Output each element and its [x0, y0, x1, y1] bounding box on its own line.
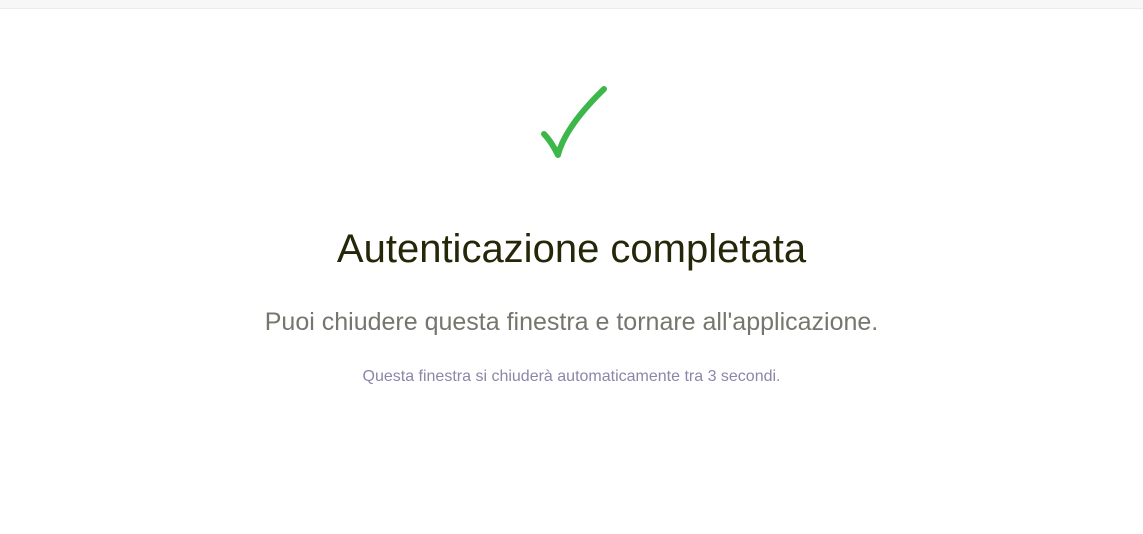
- instruction-message: Puoi chiudere questa finestra e tornare …: [264, 308, 879, 336]
- checkmark-icon: [541, 81, 607, 167]
- page-title: Autenticazione completata: [336, 227, 807, 271]
- success-panel: Autenticazione completata Puoi chiudere …: [0, 8, 1143, 534]
- auto-close-countdown: Questa finestra si chiuderà automaticame…: [362, 368, 781, 385]
